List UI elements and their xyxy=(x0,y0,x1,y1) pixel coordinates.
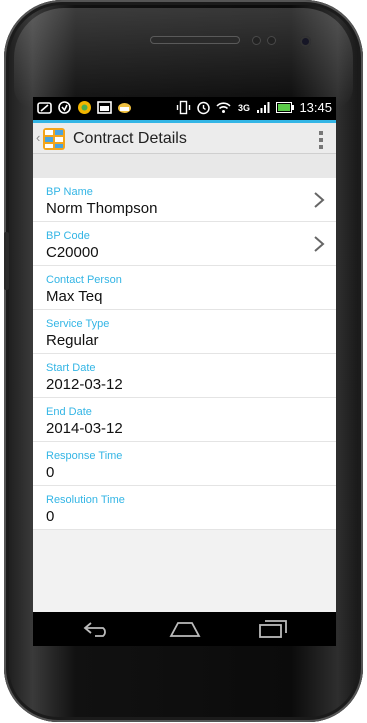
field-row-contact-person: Contact Person Max Teq xyxy=(33,266,336,310)
overflow-menu-icon[interactable] xyxy=(318,131,324,149)
field-list: BP Name Norm Thompson BP Code C20000 Con… xyxy=(33,178,336,530)
recents-icon[interactable] xyxy=(257,618,289,640)
field-row-bp-name[interactable]: BP Name Norm Thompson xyxy=(33,178,336,222)
field-row-response-time: Response Time 0 xyxy=(33,442,336,486)
field-label: BP Name xyxy=(46,186,93,198)
overflow-dot xyxy=(319,131,323,135)
field-label: Service Type xyxy=(46,318,110,330)
field-value: 0 xyxy=(46,464,55,481)
list-top-spacer xyxy=(33,154,336,178)
field-label: Response Time xyxy=(46,450,123,462)
overflow-dot xyxy=(319,145,323,149)
volume-button xyxy=(4,232,9,290)
gallery-icon xyxy=(97,100,112,115)
field-value: C20000 xyxy=(46,244,99,261)
field-value: 2014-03-12 xyxy=(46,420,123,437)
field-value: Max Teq xyxy=(46,288,103,305)
content-area: BP Name Norm Thompson BP Code C20000 Con… xyxy=(33,154,336,612)
vpn-icon xyxy=(77,100,92,115)
wifi-icon xyxy=(216,100,232,115)
sync-icon xyxy=(57,100,72,115)
front-camera xyxy=(300,36,311,47)
field-value: Norm Thompson xyxy=(46,200,158,217)
vibrate-icon xyxy=(176,100,191,115)
field-label: End Date xyxy=(46,406,92,418)
chevron-right-icon[interactable] xyxy=(312,192,326,208)
status-bar: 3G 13:45 xyxy=(33,97,336,120)
battery-icon xyxy=(276,100,295,115)
network-type-label: 3G xyxy=(237,102,250,113)
cloud-icon xyxy=(117,100,132,115)
home-icon[interactable] xyxy=(169,618,201,640)
overflow-dot xyxy=(319,138,323,142)
clock: 13:45 xyxy=(299,100,332,115)
field-label: Contact Person xyxy=(46,274,122,286)
data-icon: 3G xyxy=(236,100,251,115)
action-bar: ‹ Contract Details xyxy=(33,120,336,154)
field-row-end-date: End Date 2014-03-12 xyxy=(33,398,336,442)
light-sensor xyxy=(267,36,276,45)
device-screen: 3G 13:45 ‹ Contract Details BP Name Norm… xyxy=(33,97,336,612)
field-value: 0 xyxy=(46,508,55,525)
field-value: Regular xyxy=(46,332,99,349)
field-row-bp-code[interactable]: BP Code C20000 xyxy=(33,222,336,266)
proximity-sensor xyxy=(252,36,261,45)
field-value: 2012-03-12 xyxy=(46,376,123,393)
navigation-bar xyxy=(33,612,336,646)
phone-gloss xyxy=(14,8,353,108)
field-row-resolution-time: Resolution Time 0 xyxy=(33,486,336,530)
screenshot-icon xyxy=(37,100,52,115)
alarm-icon xyxy=(196,100,211,115)
field-label: Resolution Time xyxy=(46,494,125,506)
notification-icons xyxy=(37,100,132,115)
chevron-right-icon[interactable] xyxy=(312,236,326,252)
signal-icon xyxy=(256,100,271,115)
field-row-start-date: Start Date 2012-03-12 xyxy=(33,354,336,398)
page-title: Contract Details xyxy=(73,130,187,147)
system-icons: 3G 13:45 xyxy=(176,100,332,115)
field-row-service-type: Service Type Regular xyxy=(33,310,336,354)
earpiece-speaker xyxy=(150,36,240,44)
field-label: BP Code xyxy=(46,230,90,242)
back-icon[interactable] xyxy=(80,618,112,640)
app-logo-icon[interactable] xyxy=(42,127,66,151)
field-label: Start Date xyxy=(46,362,96,374)
